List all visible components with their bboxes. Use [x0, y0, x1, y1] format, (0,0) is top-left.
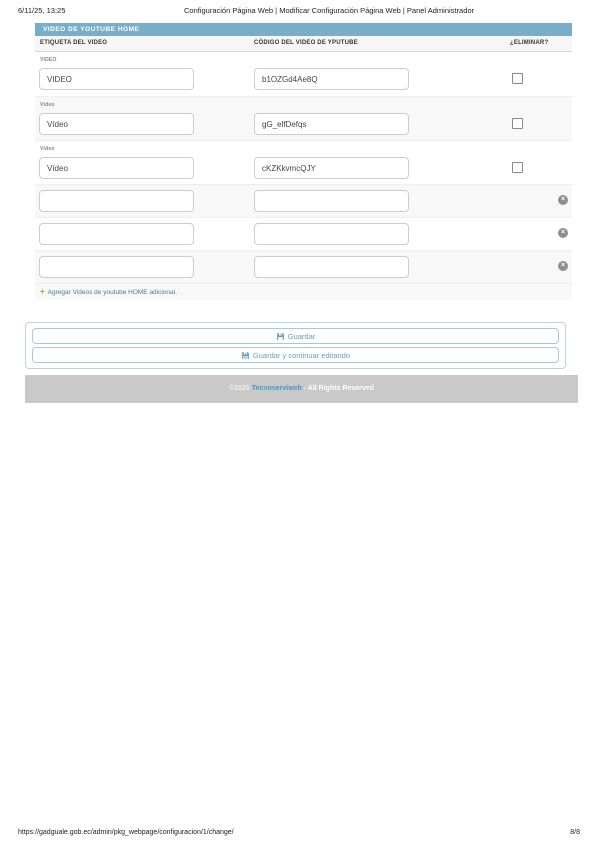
codigo-input-3[interactable] — [254, 157, 409, 179]
video-row-6-empty: × — [35, 250, 572, 283]
video-row-3: Vídeo — [35, 140, 572, 184]
plus-icon: + — [40, 287, 45, 296]
etiqueta-input-3[interactable] — [39, 157, 194, 179]
footer-copyright: ©2025 — [229, 385, 250, 392]
panel-title: VIDEO DE YOUTUBE HOME — [35, 23, 572, 36]
eliminar-checkbox-1[interactable] — [512, 73, 523, 84]
column-header-codigo: CÓDIGO DEL VIDEO DE YPUTUBE — [254, 40, 358, 46]
video-field-label: Vídeo — [40, 146, 55, 152]
codigo-input-1[interactable] — [254, 68, 409, 90]
column-header-etiqueta: ETIQUETA DEL VIDEO — [40, 40, 107, 46]
submit-button-group: Guardar Guardar y continuar editando — [25, 322, 566, 369]
footer-rights: - All Rights Reserved — [302, 385, 374, 392]
etiqueta-input-6[interactable] — [39, 256, 194, 278]
eliminar-checkbox-2[interactable] — [512, 118, 523, 129]
video-row-5-empty: × — [35, 217, 572, 250]
codigo-input-2[interactable] — [254, 113, 409, 135]
column-headers: ETIQUETA DEL VIDEO CÓDIGO DEL VIDEO DE Y… — [35, 36, 572, 52]
etiqueta-input-1[interactable] — [39, 68, 194, 90]
save-continue-button[interactable]: Guardar y continuar editando — [32, 347, 559, 363]
remove-row-icon[interactable]: × — [558, 261, 568, 271]
save-continue-button-label: Guardar y continuar editando — [253, 351, 350, 360]
codigo-input-4[interactable] — [254, 190, 409, 212]
eliminar-checkbox-3[interactable] — [512, 162, 523, 173]
video-row-1: VIDEO — [35, 52, 572, 96]
video-row-2: Vídeo — [35, 96, 572, 140]
video-field-label: Vídeo — [40, 102, 55, 108]
etiqueta-input-2[interactable] — [39, 113, 194, 135]
footer-brand-link[interactable]: Tecnoserviweb — [252, 385, 302, 392]
etiqueta-input-4[interactable] — [39, 190, 194, 212]
print-datetime: 6/11/25, 13:25 — [18, 6, 65, 15]
codigo-input-6[interactable] — [254, 256, 409, 278]
column-header-eliminar: ¿ELIMINAR? — [510, 40, 548, 46]
codigo-input-5[interactable] — [254, 223, 409, 245]
site-footer: ©2025 Tecnoserviweb - All Rights Reserve… — [25, 375, 578, 403]
video-field-label: VIDEO — [40, 57, 57, 63]
etiqueta-input-5[interactable] — [39, 223, 194, 245]
youtube-home-videos-panel: VIDEO DE YOUTUBE HOME ETIQUETA DEL VIDEO… — [35, 23, 572, 300]
save-button-label: Guardar — [288, 332, 316, 341]
add-video-row: +Agregar Videos de youtube HOME adiciona… — [35, 283, 572, 300]
print-page-number: 8/8 — [570, 829, 580, 836]
print-url: https://gadguale.gob.ec/admin/pkg_webpag… — [18, 829, 234, 836]
video-row-4-empty: × — [35, 184, 572, 217]
save-button[interactable]: Guardar — [32, 328, 559, 344]
save-icon — [276, 332, 285, 341]
print-page-title: Configuración Página Web | Modificar Con… — [184, 6, 474, 15]
remove-row-icon[interactable]: × — [558, 195, 568, 205]
save-continue-icon — [241, 351, 250, 360]
add-video-link[interactable]: Agregar Videos de youtube HOME adicional… — [48, 289, 177, 296]
remove-row-icon[interactable]: × — [558, 228, 568, 238]
